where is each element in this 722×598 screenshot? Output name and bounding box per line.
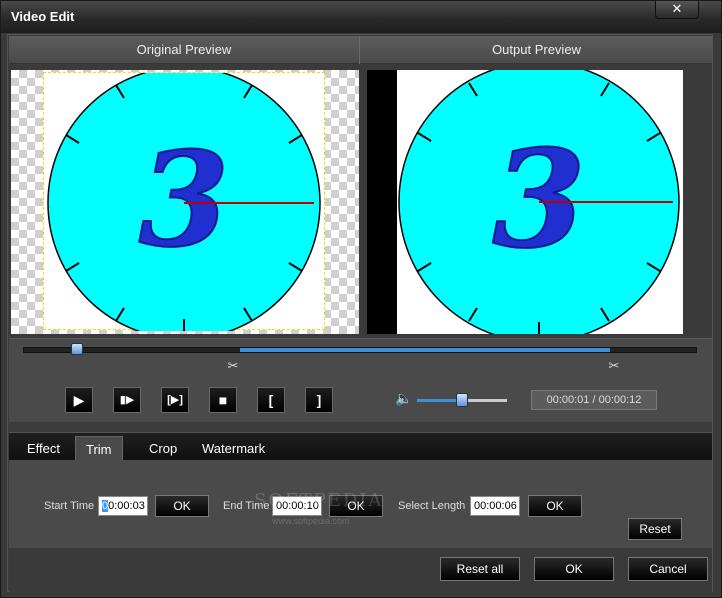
select-length-ok-button[interactable]: OK (528, 495, 582, 517)
play-icon: ▶ (73, 392, 85, 408)
start-time-ok-button[interactable]: OK (155, 495, 209, 517)
time-display: 00:00:01 / 00:00:12 (531, 390, 657, 410)
tab-effect[interactable]: Effect (17, 436, 70, 461)
clock-digit: 3 (492, 120, 585, 278)
clock-digit: 3 (139, 123, 229, 276)
close-button[interactable]: ✕ (655, 1, 699, 19)
dialog-footer: Reset all OK Cancel (9, 548, 712, 592)
volume-icon[interactable]: 🔈 (395, 390, 412, 407)
play-trim-icon: [▶] (167, 394, 183, 406)
trim-end-marker[interactable]: ✂ (606, 357, 622, 375)
output-preview-label: Output Preview (492, 42, 581, 57)
start-time-label: Start Time (44, 500, 95, 512)
timeline: ✂ ✂ (9, 338, 712, 378)
softpedia-watermark: SOFTPEDIA (254, 490, 384, 511)
tab-crop[interactable]: Crop (139, 436, 187, 461)
stop-button[interactable]: ■ (209, 387, 237, 413)
timeline-track[interactable] (23, 347, 697, 353)
tab-trim[interactable]: Trim (75, 436, 123, 461)
cancel-button[interactable]: Cancel (628, 557, 708, 581)
next-frame-button[interactable]: ▮▶ (113, 387, 141, 413)
output-video-frame: 3 (397, 70, 683, 334)
trim-selection (239, 348, 611, 352)
play-button[interactable]: ▶ (65, 387, 93, 413)
original-video-frame[interactable]: 3 (43, 72, 325, 331)
clock-graphic-output: 3 (398, 70, 680, 334)
scissors-icon: ✂ (227, 358, 239, 373)
softpedia-watermark-url: www.softpedia.com (272, 516, 350, 526)
start-time-input[interactable]: 00:00:03 (98, 496, 148, 516)
preview-area: 3 3 (9, 64, 712, 336)
playhead-slider[interactable] (70, 343, 83, 355)
play-trim-button[interactable]: [▶] (161, 387, 189, 413)
scissors-icon: ✂ (608, 358, 620, 373)
reset-all-button[interactable]: Reset all (440, 557, 520, 581)
edit-tabs: Effect Trim Crop Watermark (9, 432, 712, 461)
playback-controls: ▶ ▮▶ [▶] ■ [ ] 🔈 00:00:01 / 00:00:12 (9, 378, 712, 422)
window-title: Video Edit (11, 9, 75, 24)
reset-button[interactable]: Reset (628, 518, 682, 540)
select-length-input[interactable]: 00:00:06 (470, 496, 520, 516)
preview-header: Original Preview Output Preview (9, 36, 712, 64)
ok-button[interactable]: OK (534, 557, 614, 581)
stop-icon: ■ (218, 392, 228, 408)
tab-watermark[interactable]: Watermark (192, 436, 275, 461)
select-length-label: Select Length (398, 500, 466, 512)
mark-in-icon: [ (268, 392, 274, 408)
mark-in-button[interactable]: [ (257, 387, 285, 413)
start-time-value: 0:00:03 (108, 500, 145, 512)
original-preview-canvas: 3 (11, 70, 359, 334)
next-frame-icon: ▮▶ (119, 394, 135, 406)
clock-graphic: 3 (47, 73, 321, 331)
mark-out-button[interactable]: ] (305, 387, 333, 413)
trim-start-marker[interactable]: ✂ (225, 357, 241, 375)
mark-out-icon: ] (316, 392, 322, 408)
volume-slider-thumb[interactable] (456, 393, 468, 407)
output-preview-canvas: 3 (367, 70, 683, 334)
original-preview-label: Original Preview (9, 36, 360, 64)
title-bar: Video Edit ✕ (1, 1, 721, 33)
